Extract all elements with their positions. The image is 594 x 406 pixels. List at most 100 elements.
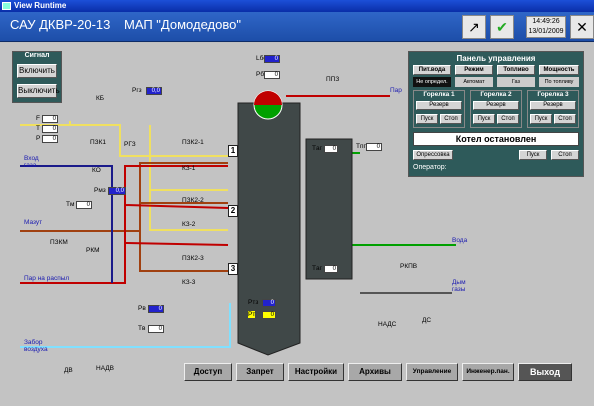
signal-off-button[interactable]: Выключить	[17, 84, 60, 98]
access-button[interactable]: Доступ	[184, 363, 232, 381]
valve-kz3-label: КЗ-3	[182, 279, 196, 286]
burner-3-reserve[interactable]: Резерв	[530, 101, 576, 110]
stop-button[interactable]: Стоп	[551, 150, 579, 160]
tpp-value: 0	[366, 143, 382, 151]
section-1: 1	[228, 145, 238, 157]
lbs-value: 0	[264, 55, 280, 63]
section-3: 3	[228, 263, 238, 275]
burner-1-block: Горелка 1 Резерв Пуск Стоп	[413, 90, 465, 128]
smoke-label: Дым газы	[452, 279, 466, 293]
valve-pzk2-1-label: ПЗК2-1	[182, 139, 204, 146]
window-titlebar: View Runtime	[0, 0, 594, 12]
pt-value: 0	[262, 311, 276, 319]
pressurize-button[interactable]: Опрессовка	[413, 150, 453, 160]
prt-value: 0	[262, 299, 276, 307]
valve-pzk2-2-label: ПЗК2-2	[182, 197, 204, 204]
valve-nads-label: НАДС	[378, 321, 397, 328]
valve-rg3-label: РГЗ	[124, 141, 136, 148]
signal-title: Сигнал	[24, 52, 50, 59]
burner-3-block: Горелка 3 Резерв Пуск Стоп	[527, 90, 579, 128]
window-title: View Runtime	[14, 1, 67, 10]
archives-button[interactable]: Архивы	[348, 363, 402, 381]
economizer-shell	[305, 138, 353, 280]
tm-label: Tм	[66, 201, 75, 208]
valve-ko-label: КО	[92, 167, 101, 174]
pg-label: Pгз	[132, 87, 142, 94]
burner-2-reserve[interactable]: Резерв	[473, 101, 519, 110]
burner-2-block: Горелка 2 Резерв Пуск Стоп	[470, 90, 522, 128]
pv-value: 0	[148, 305, 164, 313]
burner-2-title: Горелка 2	[480, 91, 512, 98]
section-2: 2	[228, 205, 238, 217]
mode-undefined: Не определ.	[413, 77, 451, 87]
valve-kz1-label: КЗ-1	[182, 165, 196, 172]
control-panel-title: Панель управления	[456, 54, 536, 63]
tab-mode[interactable]: Режим	[455, 65, 493, 75]
control-panel: Панель управления Пит.вода Режим Топливо…	[408, 51, 584, 177]
mode-fuel: По топливу	[539, 77, 579, 87]
pb-value: 0	[264, 71, 280, 79]
engineer-panel-button[interactable]: Инженер.пан.	[462, 363, 514, 381]
air-intake-label: Забор воздуха	[24, 339, 48, 353]
mnemonic-diagram: Сигнал Включить Выключить Панель управле…	[0, 43, 594, 406]
signal-panel: Сигнал Включить Выключить	[12, 51, 62, 103]
burner-1-reserve[interactable]: Резерв	[416, 101, 462, 110]
close-icon[interactable]: ✕	[570, 15, 594, 39]
time: 14:49:26	[532, 18, 560, 25]
tm-value: 0	[76, 201, 92, 209]
burner-2-stop[interactable]: Стоп	[497, 114, 519, 124]
app-icon	[2, 2, 11, 10]
gauge-icon[interactable]: ↗	[462, 15, 486, 39]
boiler-status: Котел остановлен	[413, 132, 579, 146]
valve-rkpv-label: РКПВ	[400, 263, 418, 270]
steam-outlet-label: Пар	[390, 87, 402, 94]
signal-on-button[interactable]: Включить	[17, 64, 57, 78]
tab-feedwater[interactable]: Пит.вода	[413, 65, 451, 75]
tag-top-value: 0	[324, 145, 338, 153]
valve-kz2-label: КЗ-2	[182, 221, 196, 228]
date: 13/01/2009	[528, 28, 564, 35]
f-value: 0	[42, 115, 58, 123]
shield-check-icon[interactable]: ✔	[490, 15, 514, 39]
tag-top-label: Tаг	[312, 145, 322, 152]
valve-pzk1-label: ПЗК1	[90, 139, 106, 146]
pb-label: Pб	[256, 71, 265, 78]
valve-rkm-label: РКМ	[86, 247, 100, 254]
valve-ppz-label: ППЗ	[326, 76, 340, 83]
burner-3-start[interactable]: Пуск	[530, 114, 552, 124]
fan-dv-label: ДВ	[64, 367, 73, 374]
pv-label: Pв	[138, 305, 146, 312]
t-value: 0	[42, 125, 58, 133]
app-title: САУ ДКВР-20-13	[10, 17, 111, 32]
site-title: МАП "Домодедово"	[124, 17, 241, 32]
tab-fuel[interactable]: Топливо	[497, 65, 535, 75]
valve-pzk2-3-label: ПЗК2-3	[182, 255, 204, 262]
pmz-value: 0,0	[108, 187, 126, 195]
prt-label: Pтз	[248, 299, 259, 306]
tv-label: Tв	[138, 325, 146, 332]
settings-button[interactable]: Настройки	[288, 363, 344, 381]
operator-label: Оператор:	[413, 164, 447, 171]
tab-power[interactable]: Мощность	[539, 65, 579, 75]
burner-3-title: Горелка 3	[537, 91, 569, 98]
t-label: T	[36, 125, 40, 132]
control-button[interactable]: Управление	[406, 363, 458, 381]
p-value: 0	[42, 135, 58, 143]
f-label: F	[36, 115, 40, 122]
burner-1-stop[interactable]: Стоп	[440, 114, 462, 124]
mode-auto: Автомат	[455, 77, 493, 87]
tag-bottom-value: 0	[324, 265, 338, 273]
exit-button[interactable]: Выход	[518, 363, 572, 381]
p-label: P	[36, 135, 41, 142]
gas-inlet-label: Вход газа	[24, 155, 39, 169]
water-label: Вода	[452, 237, 468, 244]
burner-1-start[interactable]: Пуск	[416, 114, 438, 124]
clock: 14:49:26 13/01/2009	[526, 16, 566, 38]
deny-button[interactable]: Запрет	[236, 363, 284, 381]
valve-nadv-label: НАДВ	[96, 365, 114, 372]
start-button[interactable]: Пуск	[519, 150, 547, 160]
header: САУ ДКВР-20-13 МАП "Домодедово" ↗ ✔ 14:4…	[0, 12, 594, 42]
burner-3-stop[interactable]: Стоп	[554, 114, 576, 124]
burner-2-start[interactable]: Пуск	[473, 114, 495, 124]
burner-1-title: Горелка 1	[423, 91, 455, 98]
